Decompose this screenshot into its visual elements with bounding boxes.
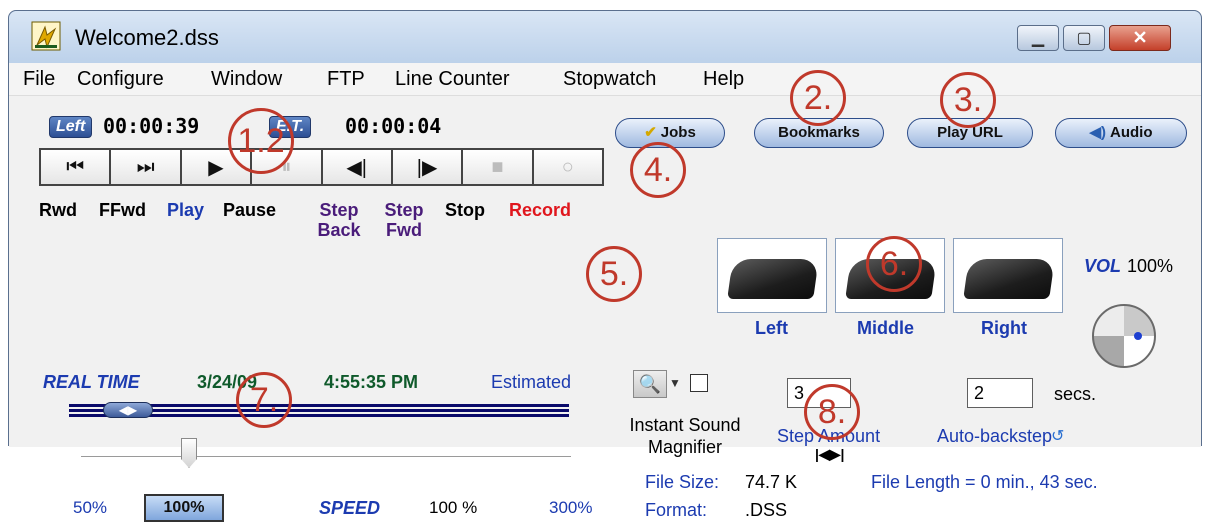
left-time-badge: Left xyxy=(49,116,93,138)
backstep-icon[interactable]: ↺ xyxy=(1051,426,1064,446)
speed-value: 100 % xyxy=(429,498,478,517)
magnifier-icon: 🔍 xyxy=(638,374,662,394)
step-forward-button[interactable]: |▶ xyxy=(392,150,464,184)
position-slider[interactable]: ◀▶ xyxy=(69,402,569,418)
magnifier-checkbox[interactable] xyxy=(690,374,708,392)
volume-value: 100% xyxy=(1127,256,1174,276)
close-icon: ✕ xyxy=(1132,27,1148,48)
format-value: .DSS xyxy=(745,500,788,520)
estimated-label: Estimated xyxy=(491,372,572,392)
pedal-icon xyxy=(963,259,1055,299)
app-icon xyxy=(31,21,61,51)
sound-magnifier-button[interactable]: 🔍 xyxy=(633,370,667,398)
callout-7: 7. xyxy=(236,372,292,428)
left-time: 00:00:39 xyxy=(103,114,200,138)
volume-knob[interactable] xyxy=(1092,304,1156,368)
maximize-icon: ▢ xyxy=(1076,30,1092,47)
backstep-input[interactable] xyxy=(967,378,1033,408)
menu-file[interactable]: File xyxy=(23,68,55,91)
record-icon: ○ xyxy=(561,155,574,178)
menu-window[interactable]: Window xyxy=(211,68,282,91)
rewind-icon: ⏮ xyxy=(66,155,85,178)
bookmarks-label: Bookmarks xyxy=(778,124,860,141)
callout-1-2: 1.2 xyxy=(228,108,294,174)
window-title: Welcome2.dss xyxy=(75,25,219,50)
checkmark-icon: ✔ xyxy=(644,124,657,141)
step-forward-icon: |▶ xyxy=(416,156,438,179)
rewind-button[interactable]: ⏮ xyxy=(41,150,112,184)
speaker-icon: ◀) xyxy=(1089,124,1107,141)
label-step-fwd: Step Fwd xyxy=(384,200,424,240)
right-pedal-label: Right xyxy=(981,318,1027,338)
callout-4: 4. xyxy=(630,142,686,198)
title-bar[interactable]: Welcome2.dss ▁ ▢ ✕ xyxy=(9,11,1201,63)
audio-button[interactable]: ◀) Audio xyxy=(1055,118,1187,148)
format-label: Format: xyxy=(645,500,708,520)
jobs-button[interactable]: ✔ Jobs xyxy=(615,118,725,148)
menu-ftp[interactable]: FTP xyxy=(327,68,365,91)
jobs-label: Jobs xyxy=(660,124,696,141)
file-size-value: 74.7 K xyxy=(745,472,798,492)
label-step-back: Step Back xyxy=(317,200,361,240)
speed-reset-button[interactable]: 100% xyxy=(144,494,224,522)
speed-min-label: 50% xyxy=(73,498,108,517)
maximize-button[interactable]: ▢ xyxy=(1063,25,1105,51)
menu-help[interactable]: Help xyxy=(703,68,744,91)
transport-controls: ⏮ ⏭ ▶ ⏸ ◀| |▶ ■ ○ xyxy=(39,148,604,186)
file-size-label: File Size: xyxy=(645,472,720,492)
label-pause: Pause xyxy=(223,200,277,220)
record-button[interactable]: ○ xyxy=(533,150,602,184)
menu-stopwatch[interactable]: Stopwatch xyxy=(563,68,656,91)
stop-button[interactable]: ■ xyxy=(463,150,534,184)
label-rwd: Rwd xyxy=(39,200,77,220)
menu-line-counter[interactable]: Line Counter xyxy=(395,68,510,91)
callout-3: 3. xyxy=(940,72,996,128)
step-arrows-icon: |◀▶| xyxy=(815,446,845,462)
backstep-label: Auto-backstep xyxy=(937,426,1053,446)
realtime-time: 4:55:35 PM xyxy=(324,372,419,392)
step-back-button[interactable]: ◀| xyxy=(322,150,393,184)
magnifier-label: Instant Sound Magnifier xyxy=(629,415,741,457)
play-icon: ▶ xyxy=(208,156,224,179)
realtime-label: REAL TIME xyxy=(43,372,140,392)
callout-6: 6. xyxy=(866,236,922,292)
secs-label: secs. xyxy=(1054,384,1097,404)
file-length-label: File Length = 0 min., 43 sec. xyxy=(871,472,1098,492)
menu-configure[interactable]: Configure xyxy=(77,68,164,91)
stop-icon: ■ xyxy=(491,155,504,178)
volume-label: VOL xyxy=(1084,256,1122,276)
volume-indicator-dot xyxy=(1134,332,1142,340)
close-button[interactable]: ✕ xyxy=(1109,25,1171,51)
speed-label: SPEED xyxy=(319,498,381,518)
label-ffwd: FFwd xyxy=(99,200,146,220)
callout-8: 8. xyxy=(804,384,860,440)
speed-slider-track[interactable] xyxy=(81,456,571,458)
audio-label: Audio xyxy=(1110,124,1153,141)
left-pedal[interactable] xyxy=(717,238,827,313)
callout-2: 2. xyxy=(790,70,846,126)
minimize-icon: ▁ xyxy=(1031,30,1045,47)
speed-max-label: 300% xyxy=(549,498,593,517)
elapsed-time: 00:00:04 xyxy=(345,114,442,138)
right-pedal[interactable] xyxy=(953,238,1063,313)
left-pedal-label: Left xyxy=(755,318,788,338)
label-play: Play xyxy=(167,200,205,220)
dropdown-arrow-icon[interactable]: ▼ xyxy=(669,376,681,390)
position-thumb[interactable]: ◀▶ xyxy=(103,402,153,418)
callout-5: 5. xyxy=(586,246,642,302)
label-stop: Stop xyxy=(445,200,485,220)
menu-bar: File Configure Window FTP Line Counter S… xyxy=(9,63,1201,95)
fast-forward-icon: ⏭ xyxy=(136,155,155,178)
pedal-icon xyxy=(727,259,819,299)
label-record: Record xyxy=(509,200,572,220)
speed-slider-thumb[interactable] xyxy=(181,438,197,468)
middle-pedal-label: Middle xyxy=(857,318,914,338)
app-window: Welcome2.dss ▁ ▢ ✕ File Configure Window… xyxy=(8,10,1202,522)
minimize-button[interactable]: ▁ xyxy=(1017,25,1059,51)
fast-forward-button[interactable]: ⏭ xyxy=(111,150,182,184)
step-back-icon: ◀| xyxy=(346,156,367,179)
